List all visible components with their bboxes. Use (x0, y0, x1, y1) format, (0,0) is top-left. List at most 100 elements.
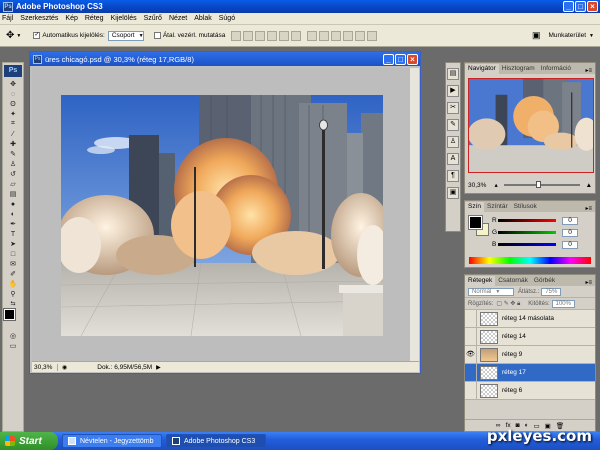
distribute-left-button[interactable] (343, 30, 354, 41)
healing-brush-tool-icon[interactable]: ✚ (4, 139, 22, 149)
navigator-thumbnail[interactable] (468, 78, 594, 173)
layer-row[interactable]: réteg 14 másolata (465, 309, 595, 328)
pen-tool-icon[interactable]: ✒ (4, 219, 22, 229)
eyedropper-2-tool-icon[interactable]: ✐ (4, 269, 22, 279)
align-left-button[interactable] (267, 30, 278, 41)
color-panel-swatches[interactable] (468, 215, 489, 236)
tab-paths[interactable]: Görbék (531, 276, 558, 286)
quick-mask-icon[interactable]: ◎ (4, 331, 22, 341)
show-transform-checkbox[interactable] (153, 32, 161, 39)
paragraph-panel-icon[interactable]: ¶ (447, 170, 459, 182)
tab-histogram[interactable]: Hisztogram (499, 64, 538, 74)
gradient-tool-icon[interactable]: ▤ (4, 189, 22, 199)
taskbar-item-notepad[interactable]: Névtelen - Jegyzettömb (62, 434, 162, 448)
menu-layer[interactable]: Réteg (85, 15, 104, 22)
layer-row[interactable]: réteg 14 (465, 327, 595, 346)
eye-icon[interactable]: 👁︎ (465, 345, 477, 364)
visibility-toggle[interactable] (465, 327, 477, 346)
document-minimize-button[interactable]: _ (383, 54, 394, 65)
blend-mode-dropdown[interactable]: Normál ▼ (468, 287, 514, 296)
eraser-tool-icon[interactable]: ▱ (4, 179, 22, 189)
tab-swatches[interactable]: Színtár (484, 202, 511, 212)
align-bottom-button[interactable] (255, 30, 266, 41)
brush-tool-icon[interactable]: ✎ (4, 149, 22, 159)
magic-wand-tool-icon[interactable]: ✦ (4, 109, 22, 119)
layer-row[interactable]: 👁︎ réteg 9 (465, 345, 595, 364)
zoom-slider-knob[interactable] (535, 181, 541, 188)
visibility-toggle[interactable] (465, 363, 477, 382)
fill-field[interactable]: 100% (551, 299, 575, 308)
move-tool-icon[interactable]: ✥ (4, 79, 22, 89)
workspace-icon[interactable]: ▣ (532, 30, 541, 41)
menu-help[interactable]: Súgó (219, 15, 235, 22)
vertical-scrollbar[interactable] (410, 68, 419, 361)
align-right-button[interactable] (291, 30, 302, 41)
blue-channel-value[interactable]: 0 (562, 240, 578, 249)
maximize-button[interactable]: □ (575, 1, 586, 12)
menu-edit[interactable]: Szerkesztés (20, 15, 58, 22)
blue-channel-slider[interactable] (498, 243, 556, 246)
tab-info[interactable]: Információ (538, 64, 574, 74)
document-maximize-button[interactable]: □ (395, 54, 406, 65)
layer-row[interactable]: réteg 6 (465, 381, 595, 400)
minimize-button[interactable]: _ (563, 1, 574, 12)
tab-layers[interactable]: Rétegek (465, 276, 496, 286)
screen-mode-icon[interactable]: ▭ (4, 341, 22, 351)
menu-file[interactable]: Fájl (2, 15, 13, 22)
history-panel-icon[interactable]: ▤ (447, 68, 459, 80)
panel-menu-icon[interactable]: ▸≡ (585, 67, 592, 74)
green-channel-slider[interactable] (498, 231, 556, 234)
foreground-color-swatch[interactable] (3, 308, 16, 321)
green-channel-value[interactable]: 0 (562, 228, 578, 237)
foreground-color-swatch[interactable] (468, 215, 483, 230)
tab-navigator[interactable]: Navigátor (465, 64, 499, 74)
red-channel-slider[interactable] (498, 219, 556, 222)
hand-tool-icon[interactable]: ✋ (4, 279, 22, 289)
zoom-tool-icon[interactable]: ⚲ (4, 289, 22, 299)
menu-image[interactable]: Kép (65, 15, 77, 22)
history-brush-tool-icon[interactable]: ↺ (4, 169, 22, 179)
auto-select-dropdown[interactable]: Csoport ▼ (107, 30, 144, 41)
taskbar-item-photoshop[interactable]: Adobe Photoshop CS3 (166, 434, 266, 448)
distribute-middle-button[interactable] (319, 30, 330, 41)
dodge-tool-icon[interactable]: ◐ (4, 209, 22, 219)
close-button[interactable]: × (587, 1, 598, 12)
lasso-tool-icon[interactable]: ʘ (4, 99, 22, 109)
zoom-out-icon[interactable]: ▴ (494, 181, 497, 189)
visibility-toggle[interactable] (465, 309, 477, 328)
notes-tool-icon[interactable]: ✉ (4, 259, 22, 269)
document-canvas-image[interactable] (61, 95, 383, 336)
swap-colors-icon[interactable]: ⇆ (4, 299, 22, 307)
panel-menu-icon[interactable]: ▸≡ (585, 205, 592, 212)
navigator-zoom-value[interactable]: 30,3% (468, 182, 486, 189)
workspace-label[interactable]: Munkaterület (548, 32, 586, 39)
clone-source-icon[interactable]: ♙ (447, 136, 459, 148)
character-panel-icon[interactable]: A (447, 153, 459, 165)
brushes-panel-icon[interactable]: ✎ (447, 119, 459, 131)
path-selection-tool-icon[interactable]: ➤ (4, 239, 22, 249)
document-title-bar[interactable]: Ps üres chicagó.psd @ 30,3% (réteg 17,RG… (30, 52, 420, 66)
marquee-tool-icon[interactable]: ◌ (4, 89, 22, 99)
distribute-center-button[interactable] (355, 30, 366, 41)
align-top-button[interactable] (231, 30, 242, 41)
document-close-button[interactable]: × (407, 54, 418, 65)
tool-preset-dropdown-icon[interactable]: ▼ (16, 33, 21, 39)
menu-view[interactable]: Nézet (169, 15, 187, 22)
zoom-level[interactable]: 30,3% (32, 363, 58, 371)
menu-filter[interactable]: Szűrő (144, 15, 162, 22)
canvas-area[interactable] (32, 68, 411, 361)
color-spectrum-ramp[interactable] (469, 257, 591, 264)
move-tool-icon[interactable]: ✥ (6, 30, 14, 41)
status-menu-icon[interactable]: ◉ (62, 364, 67, 371)
clone-stamp-tool-icon[interactable]: ♙ (4, 159, 22, 169)
tool-presets-icon[interactable]: ✂ (447, 102, 459, 114)
opacity-field[interactable]: 75% (541, 287, 562, 296)
tab-channels[interactable]: Csatornák (495, 276, 531, 286)
blur-tool-icon[interactable]: ● (4, 199, 22, 209)
menu-window[interactable]: Ablak (194, 15, 212, 22)
layer-row-selected[interactable]: réteg 17 (465, 363, 595, 382)
tab-color[interactable]: Szín (465, 202, 485, 212)
actions-panel-icon[interactable]: ▶ (447, 85, 459, 97)
eyedropper-tool-icon[interactable]: ⁄ (4, 129, 22, 139)
color-swatches[interactable] (3, 308, 22, 329)
